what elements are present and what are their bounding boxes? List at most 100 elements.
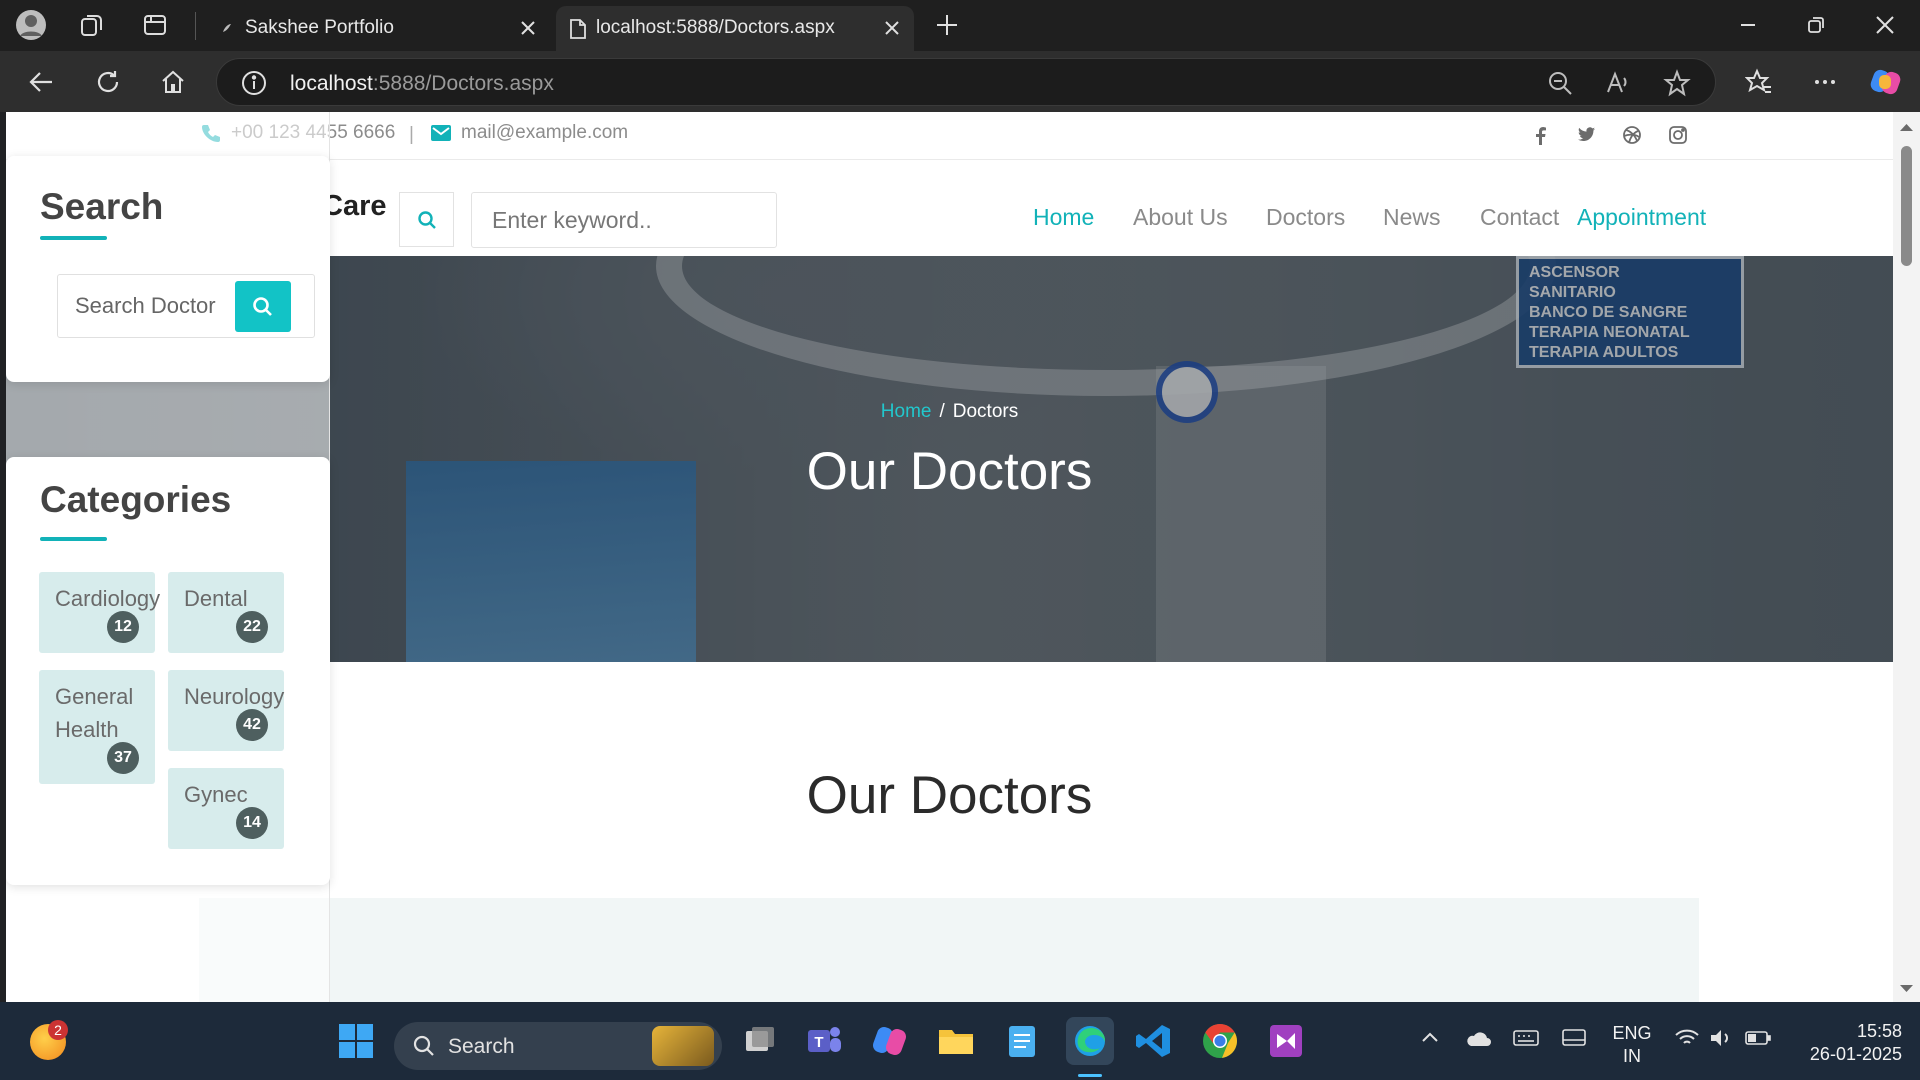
- category-count-badge: 14: [236, 807, 268, 839]
- teams-icon[interactable]: T: [804, 1021, 844, 1061]
- tab-title: Sakshee Portfolio: [245, 17, 394, 38]
- brand-logo-text[interactable]: Care: [322, 190, 387, 223]
- close-tab-icon[interactable]: [882, 18, 902, 38]
- title-underline: [40, 236, 107, 240]
- page-viewport: +00 123 4455 6666 | mail@example.com Car…: [6, 112, 1893, 1002]
- copilot-icon[interactable]: [1868, 64, 1904, 100]
- category-cardiology[interactable]: Cardiology 12: [39, 572, 160, 653]
- nav-contact[interactable]: Contact: [1480, 204, 1559, 231]
- battery-icon[interactable]: [1744, 1026, 1772, 1050]
- nav-appointment[interactable]: Appointment: [1577, 204, 1706, 231]
- dribbble-icon[interactable]: [1621, 124, 1643, 146]
- keyword-search-input[interactable]: [471, 192, 777, 248]
- breadcrumb-separator: /: [939, 401, 945, 422]
- nav-home[interactable]: Home: [1033, 204, 1094, 231]
- categories-widget: Categories Cardiology 12 Dental 22 Gener…: [6, 457, 330, 885]
- visual-studio-icon[interactable]: [1266, 1021, 1306, 1061]
- home-icon[interactable]: [158, 67, 188, 97]
- new-tab-icon[interactable]: [933, 11, 961, 39]
- taskbar-search-box[interactable]: Search: [394, 1022, 722, 1070]
- svg-text:T: T: [814, 1034, 823, 1051]
- onedrive-cloud-icon[interactable]: [1464, 1026, 1492, 1050]
- favorite-star-icon[interactable]: [1663, 69, 1691, 97]
- doctor-search-input[interactable]: [59, 276, 229, 336]
- task-view-icon[interactable]: [740, 1021, 780, 1061]
- url-text[interactable]: localhost:5888/Doctors.aspx: [290, 72, 554, 96]
- refresh-icon[interactable]: [93, 67, 123, 97]
- show-hidden-icons-chevron-icon[interactable]: [1418, 1026, 1442, 1050]
- breadcrumb-current: Doctors: [952, 401, 1019, 422]
- categories-widget-title: Categories: [40, 479, 232, 520]
- notification-badge: 2: [48, 1020, 68, 1040]
- nav-search-button[interactable]: [399, 192, 454, 247]
- email-contact[interactable]: mail@example.com: [431, 122, 628, 144]
- scroll-down-icon: [1900, 985, 1913, 992]
- favorites-icon[interactable]: [1744, 67, 1774, 97]
- address-bar[interactable]: localhost:5888/Doctors.aspx: [216, 58, 1716, 106]
- more-options-icon[interactable]: [1810, 67, 1840, 97]
- zoom-out-icon[interactable]: [1547, 70, 1573, 96]
- tab-doctors[interactable]: localhost:5888/Doctors.aspx: [556, 6, 914, 51]
- tab-sakshee-portfolio[interactable]: Sakshee Portfolio: [205, 6, 550, 51]
- clock[interactable]: 15:58 26-01-2025: [1790, 1020, 1902, 1066]
- breadcrumb-home-link[interactable]: Home: [881, 401, 932, 422]
- workspaces-icon[interactable]: [78, 11, 106, 39]
- twitter-icon[interactable]: [1575, 124, 1597, 146]
- read-aloud-icon[interactable]: [1605, 70, 1631, 96]
- close-window-icon[interactable]: [1872, 12, 1898, 38]
- notepad-icon[interactable]: [1002, 1021, 1042, 1061]
- email-address: mail@example.com: [461, 122, 629, 143]
- category-label: Cardiology: [55, 586, 161, 611]
- search-icon: [253, 296, 272, 316]
- taskbar-search-label: Search: [448, 1035, 515, 1058]
- nav-doctors[interactable]: Doctors: [1266, 204, 1345, 231]
- category-neurology[interactable]: Neurology 42: [168, 670, 284, 751]
- search-icon: [413, 1035, 434, 1056]
- nav-news[interactable]: News: [1383, 204, 1441, 231]
- browser-tab-bar: Sakshee Portfolio localhost:5888/Doctors…: [0, 0, 1920, 51]
- keyboard-icon[interactable]: [1512, 1026, 1540, 1050]
- envelope-icon: [431, 125, 451, 141]
- facebook-icon[interactable]: [1530, 124, 1552, 146]
- doctors-list-panel: [199, 898, 1699, 1002]
- doctor-search-box: [57, 274, 315, 338]
- site-info-icon[interactable]: [241, 70, 267, 96]
- page-icon: [568, 18, 588, 39]
- vscode-icon[interactable]: [1134, 1021, 1174, 1061]
- category-label: General Health: [55, 684, 134, 742]
- copilot-app-icon[interactable]: [870, 1021, 910, 1061]
- browser-toolbar: localhost:5888/Doctors.aspx: [0, 51, 1920, 112]
- clock-time: 15:58: [1856, 1021, 1902, 1041]
- search-widget: Search: [6, 156, 330, 382]
- volume-icon[interactable]: [1708, 1026, 1734, 1050]
- tab-actions-icon[interactable]: [142, 12, 168, 38]
- language-indicator[interactable]: ENG IN: [1612, 1022, 1652, 1068]
- nav-about-us[interactable]: About Us: [1133, 204, 1228, 231]
- wifi-icon[interactable]: [1674, 1026, 1700, 1050]
- category-label: Neurology: [184, 684, 285, 709]
- back-icon[interactable]: [26, 67, 56, 97]
- profile-avatar[interactable]: [14, 8, 48, 42]
- scrollbar-thumb[interactable]: [1901, 146, 1912, 266]
- title-underline: [40, 537, 107, 541]
- clock-date: 26-01-2025: [1809, 1044, 1902, 1064]
- minimize-icon[interactable]: [1735, 12, 1761, 38]
- windows-start-icon[interactable]: [336, 1021, 376, 1061]
- category-gynec[interactable]: Gynec 14: [168, 768, 284, 849]
- display-icon[interactable]: [1560, 1026, 1588, 1050]
- search-highlight-icon: [652, 1026, 714, 1066]
- restore-icon[interactable]: [1803, 12, 1829, 38]
- category-label: Dental: [184, 586, 248, 611]
- doctor-search-button[interactable]: [235, 281, 291, 332]
- edge-browser-icon[interactable]: [1066, 1017, 1114, 1065]
- scroll-up-icon: [1900, 124, 1913, 131]
- category-dental[interactable]: Dental 22: [168, 572, 284, 653]
- file-explorer-icon[interactable]: [936, 1021, 976, 1061]
- active-app-indicator: [1078, 1074, 1102, 1077]
- category-count-badge: 37: [107, 742, 139, 774]
- category-general-health[interactable]: General Health 37: [39, 670, 155, 784]
- chrome-icon[interactable]: [1200, 1021, 1240, 1061]
- instagram-icon[interactable]: [1667, 124, 1689, 146]
- page-scrollbar[interactable]: [1893, 112, 1920, 1002]
- close-tab-icon[interactable]: [518, 18, 538, 38]
